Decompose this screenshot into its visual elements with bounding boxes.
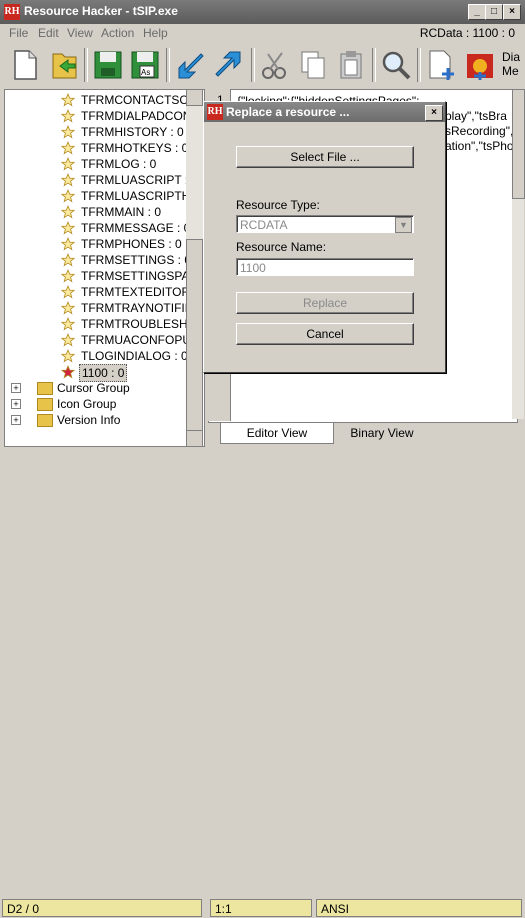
toolbar-separator (166, 48, 170, 82)
import-arrow-icon[interactable] (173, 48, 207, 82)
expand-icon[interactable]: + (11, 415, 21, 425)
tree-item-label: TFRMSETTINGS : 0 (81, 253, 192, 267)
maximize-button[interactable]: □ (485, 4, 503, 20)
resource-type-value: RCDATA (240, 218, 288, 232)
menu-edit[interactable]: Edit (38, 26, 59, 40)
scroll-up-button[interactable] (186, 89, 203, 106)
expand-icon[interactable]: + (11, 399, 21, 409)
folder-icon (37, 414, 53, 427)
tree-item-label: TFRMLUASCRIPTHE (81, 189, 199, 203)
resource-name-input[interactable]: 1100 (236, 258, 414, 276)
tree-group-label: Cursor Group (57, 381, 130, 395)
menu-bar: File Edit View Action Help RCData : 1100… (0, 24, 525, 42)
status-bar: D2 / 0 1:1 ANSI (0, 449, 525, 917)
save-as-icon[interactable]: As (128, 48, 162, 82)
scroll-thumb[interactable] (512, 89, 525, 199)
tree-item-label: TFRMHISTORY : 0 (81, 125, 184, 139)
folder-icon (37, 398, 53, 411)
resource-type-select[interactable]: RCDATA ▼ (236, 215, 414, 233)
dialog-menu-label: Me (502, 64, 519, 78)
replace-button[interactable]: Replace (236, 292, 414, 314)
tree-group-label: Icon Group (57, 397, 117, 411)
toolbar-separator (84, 48, 88, 82)
app-logo-icon: RH (4, 4, 20, 20)
tree-item-label: TFRMLUASCRIPT : (81, 173, 189, 187)
scroll-thumb[interactable] (186, 239, 203, 431)
resource-type-label: Resource Type: (236, 198, 320, 212)
open-file-icon[interactable] (48, 48, 82, 82)
dialog-title: Replace a resource ... (226, 105, 350, 119)
tree-item-label: TFRMUACONFOPUS (81, 333, 199, 347)
editor-line-4: ation","tsPho (445, 139, 514, 153)
scroll-down-button[interactable] (186, 430, 203, 447)
editor-line-3: sRecording", (445, 124, 514, 138)
resource-name-label: Resource Name: (236, 240, 327, 254)
status-position: D2 / 0 (2, 899, 202, 917)
tab-binary-view[interactable]: Binary View (336, 423, 428, 443)
search-icon[interactable] (379, 48, 413, 82)
chevron-down-icon[interactable]: ▼ (395, 217, 412, 233)
tree-item-label: TFRMMAIN : 0 (81, 205, 161, 219)
resource-tree[interactable]: TFRMCONTACTSCS TFRMDIALPADCONF TFRMHISTORY… (4, 89, 205, 447)
dialog-close-button[interactable]: × (425, 105, 443, 121)
copy-icon[interactable] (296, 48, 330, 82)
window-title: Resource Hacker - tSIP.exe (24, 4, 178, 18)
status-cursor: 1:1 (210, 899, 312, 917)
menu-view[interactable]: View (67, 26, 93, 40)
expand-icon[interactable]: + (11, 383, 21, 393)
toolbar-separator (417, 48, 421, 82)
tab-editor-view[interactable]: Editor View (220, 423, 334, 444)
tree-item-label: TLOGINDIALOG : 0 (81, 349, 188, 363)
status-encoding: ANSI (316, 899, 522, 917)
folder-icon (37, 382, 53, 395)
new-file-icon[interactable] (8, 48, 42, 82)
dialog-menu-label: Dia (502, 50, 521, 64)
close-button[interactable]: × (503, 4, 521, 20)
select-file-button[interactable]: Select File ... (236, 146, 414, 168)
menu-action[interactable]: Action (101, 26, 134, 40)
tree-item-label: TFRMDIALPADCONF (81, 109, 199, 123)
menu-help[interactable]: Help (143, 26, 168, 40)
cut-icon[interactable] (258, 48, 292, 82)
minimize-button[interactable]: _ (468, 4, 486, 20)
export-arrow-icon[interactable] (212, 48, 246, 82)
editor-scrollbar[interactable] (512, 89, 525, 419)
tree-item-label: TFRMTRAYNOTIFIE (81, 301, 193, 315)
toolbar-separator (251, 48, 255, 82)
tree-scrollbar[interactable] (186, 89, 203, 447)
tree-item-label: TFRMTEXTEDITOR (81, 285, 191, 299)
resource-info: RCData : 1100 : 0 (419, 26, 515, 40)
toolbar: As Dia Me (0, 42, 525, 88)
tree-group-label: Version Info (57, 413, 121, 427)
cancel-button[interactable]: Cancel (236, 323, 414, 345)
title-bar: RH Resource Hacker - tSIP.exe _ □ × (0, 0, 525, 24)
toolbar-separator (372, 48, 376, 82)
tree-item-label: TFRMPHONES : 0 (81, 237, 182, 251)
tree-item-label: TFRMMESSAGE : 0 (81, 221, 191, 235)
tree-item-label: TFRMSETTINGSPAT (81, 269, 196, 283)
paste-icon[interactable] (334, 48, 368, 82)
menu-file[interactable]: File (9, 26, 28, 40)
dialog-title-bar: RH Replace a resource ... × (204, 102, 445, 122)
dialog-menu-icon[interactable] (464, 48, 498, 82)
app-logo-icon: RH (207, 104, 223, 120)
svg-text:As: As (141, 68, 150, 77)
replace-resource-dialog: RH Replace a resource ... × Select File … (203, 101, 446, 373)
add-resource-icon[interactable] (424, 48, 458, 82)
save-icon[interactable] (91, 48, 125, 82)
tree-item-label: TFRMCONTACTSCS (81, 93, 197, 107)
tree-item-label: TFRMHOTKEYS : 0 (81, 141, 189, 155)
tree-item-label: TFRMLOG : 0 (81, 157, 157, 171)
editor-line-2: play","tsBra (445, 109, 507, 123)
